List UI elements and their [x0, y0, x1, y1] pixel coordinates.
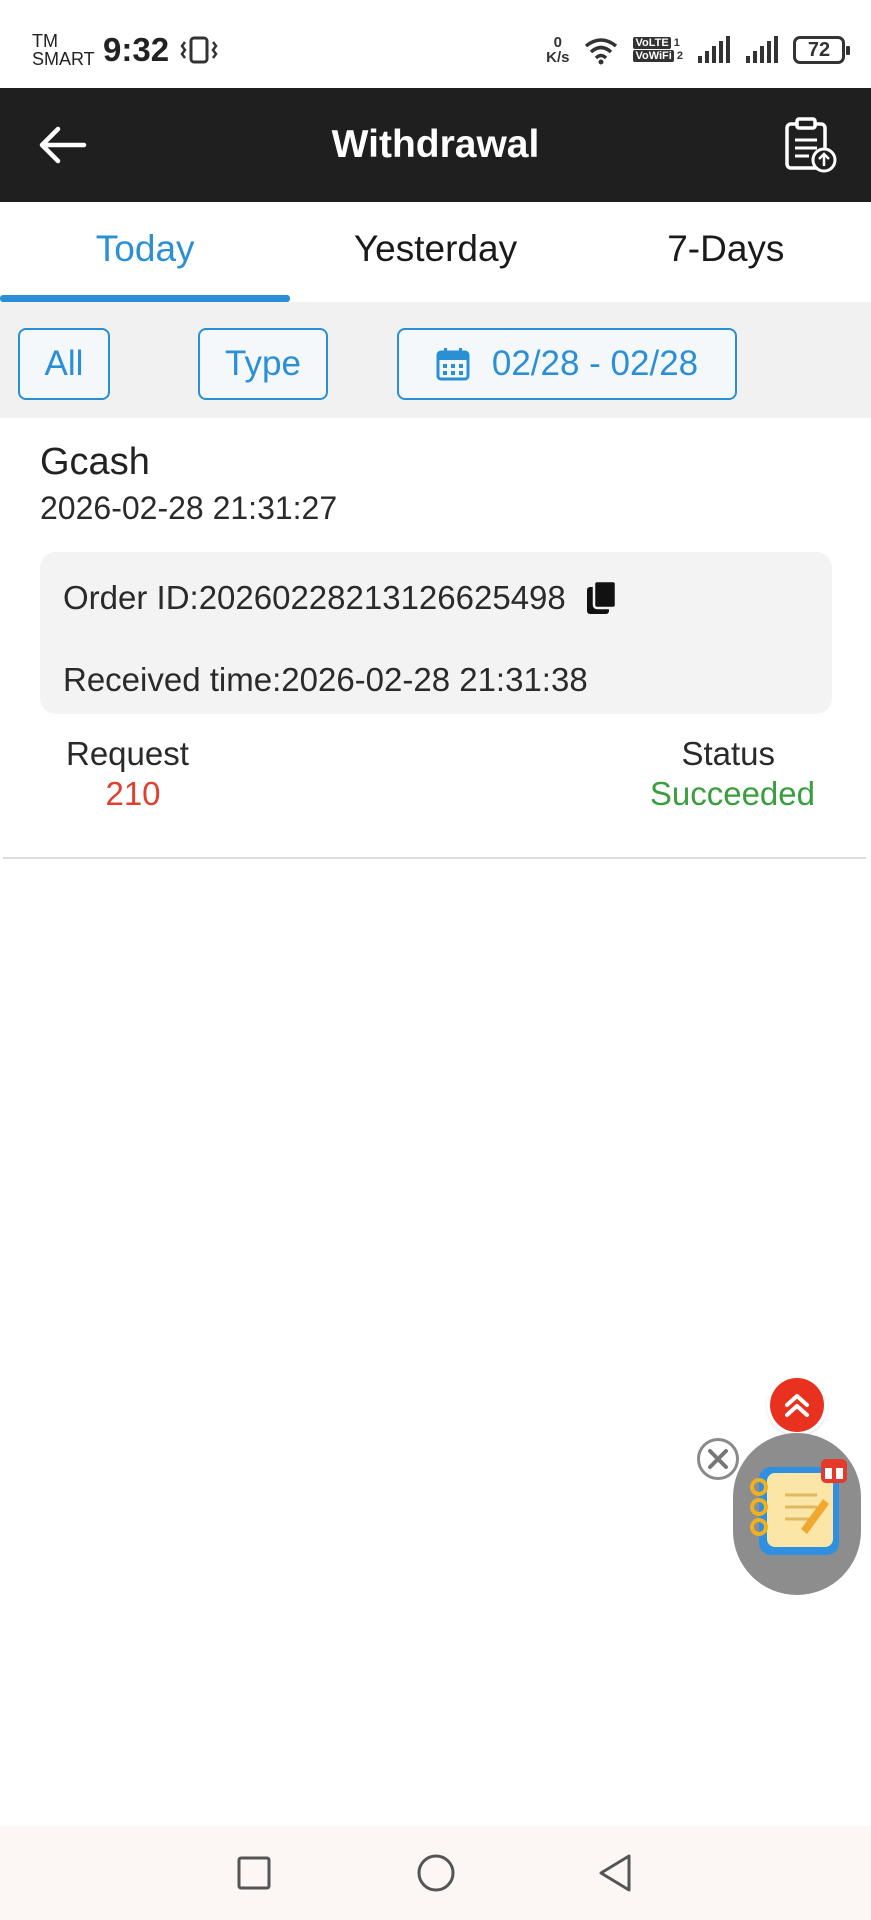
signal-sim2-icon [746, 36, 778, 63]
scroll-to-top-button[interactable] [770, 1378, 824, 1432]
floating-promo-widget[interactable] [733, 1433, 861, 1595]
filter-bar: All Type 02/28 - 02/28 [0, 302, 871, 418]
date-tabs: Today Yesterday 7-Days [0, 202, 871, 302]
recents-square-icon[interactable] [229, 1848, 279, 1898]
date-range-label: 02/28 - 02/28 [491, 344, 699, 383]
volte-badge: VoLTE [633, 37, 671, 49]
filter-type-button[interactable]: Type [198, 328, 328, 400]
back-triangle-icon[interactable] [592, 1848, 642, 1898]
battery-indicator: 72 [793, 36, 850, 64]
notebook-gift-icon [750, 1459, 847, 1555]
date-range-button[interactable]: 02/28 - 02/28 [397, 328, 737, 400]
close-icon [708, 1449, 728, 1469]
tab-7-days[interactable]: 7-Days [581, 202, 871, 302]
request-label: Request [66, 735, 189, 772]
carrier-line-1: TM [32, 31, 58, 51]
carrier-line-2: SMART [32, 49, 95, 69]
net-speed-value: 0 [553, 34, 562, 51]
request-value: 210 [105, 775, 161, 812]
home-circle-icon[interactable] [411, 1848, 461, 1898]
net-speed-unit: K/s [546, 49, 570, 66]
status-label: Status [681, 735, 775, 772]
status-time: 9:32 [103, 31, 170, 68]
double-chevron-up-icon [785, 1394, 809, 1417]
status-value: Succeeded [649, 775, 815, 812]
volte-sim-number: 1 [673, 37, 680, 49]
record-detail-box: Order ID:20260228213126625498 Received t… [40, 552, 832, 714]
record-method: Gcash [40, 441, 150, 483]
vibrate-icon [180, 36, 218, 64]
close-promo-button[interactable] [697, 1438, 739, 1480]
wifi-icon [585, 38, 618, 65]
copy-icon[interactable] [586, 580, 618, 616]
tab-yesterday[interactable]: Yesterday [290, 202, 580, 302]
calendar-icon [436, 348, 470, 381]
vowifi-badge: VoWiFi [633, 50, 674, 62]
system-nav-bar [0, 1826, 871, 1920]
clipboard-upload-icon[interactable] [783, 116, 837, 174]
page-title: Withdrawal [331, 123, 540, 166]
vowifi-sim-number: 2 [676, 50, 683, 62]
record-created-time: 2026-02-28 21:31:27 [40, 490, 338, 526]
app-header: Withdrawal [0, 88, 871, 202]
status-bar: TM SMART 9:32 0 K/s VoLTE 1 VoWiFi 2 72 [0, 0, 871, 88]
net-speed: 0 K/s [546, 35, 569, 65]
volte-indicator: VoLTE 1 VoWiFi 2 [633, 37, 683, 63]
filter-all-button[interactable]: All [18, 328, 110, 400]
order-id-row: Order ID:20260228213126625498 [63, 578, 618, 618]
tab-today[interactable]: Today [0, 202, 291, 302]
record-divider [3, 857, 866, 859]
received-time-text: Received time:2026-02-28 21:31:38 [63, 661, 588, 698]
withdrawal-record: Gcash 2026-02-28 21:31:27 Order ID:20260… [0, 418, 871, 858]
signal-sim1-icon [698, 36, 730, 63]
order-id-text: Order ID:20260228213126625498 [63, 579, 566, 616]
carrier-label: TM SMART [32, 32, 95, 68]
